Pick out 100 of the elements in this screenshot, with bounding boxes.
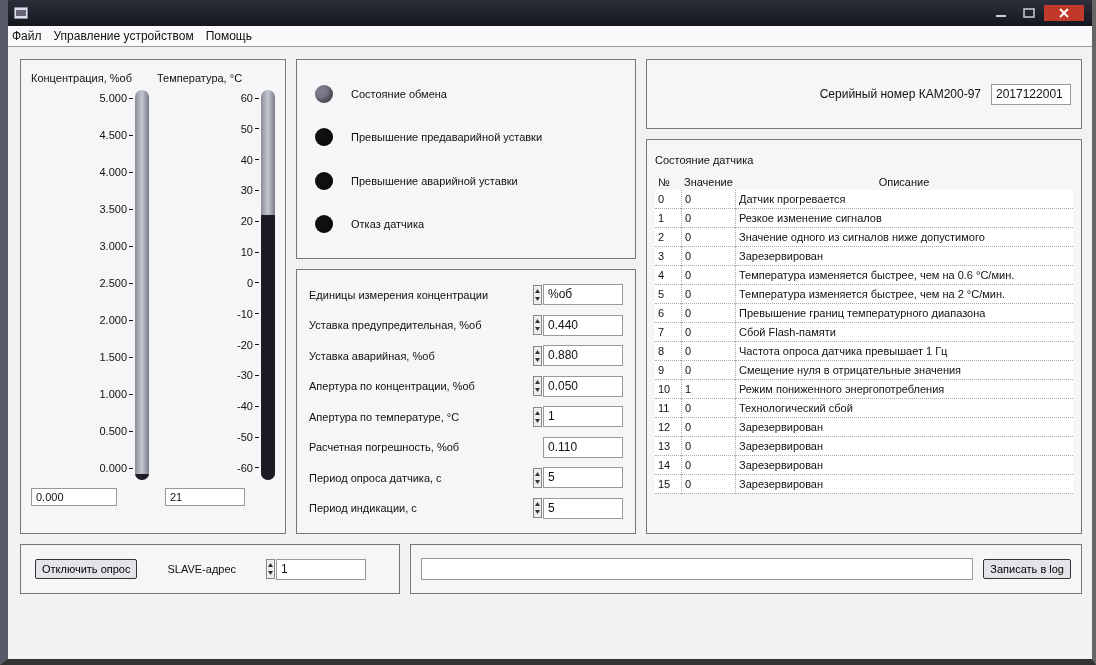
table-cell: 0: [681, 304, 735, 323]
input-field[interactable]: 1: [543, 406, 623, 428]
tick-mark: [255, 190, 259, 191]
tick-label: 60: [240, 92, 253, 104]
table-cell: 15: [655, 475, 681, 494]
tick-mark: [129, 356, 133, 358]
tick-label: 3.500: [99, 203, 127, 215]
input-field[interactable]: 5: [543, 467, 623, 489]
tick-mark: [129, 393, 133, 395]
table-cell: 2: [655, 228, 681, 247]
table-cell: 0: [681, 247, 735, 266]
spinner-icon[interactable]: [266, 559, 276, 579]
setting-label: Апертура по температуре, °С: [309, 410, 460, 423]
close-icon[interactable]: [1044, 5, 1084, 21]
tick-mark: [255, 467, 259, 469]
tick-label: 1.000: [99, 388, 127, 400]
log-button[interactable]: Записать в log: [983, 559, 1071, 579]
table-cell: Датчик прогревается: [735, 190, 1073, 209]
tick-mark: [255, 128, 259, 130]
table-cell: 0: [681, 475, 735, 494]
table-cell: Технологический сбой: [735, 399, 1073, 418]
table-cell: Зарезервирован: [735, 418, 1073, 437]
table-cell: Сбой Flash-памяти: [735, 323, 1073, 342]
table-cell: Частота опроса датчика превышает 1 Гц: [735, 342, 1073, 361]
table-cell: Режим пониженного энергопотребления: [735, 380, 1073, 399]
indicator-label: Превышение предаварийной уставки: [351, 131, 543, 144]
value-field[interactable]: 21: [165, 488, 245, 506]
table-cell: Резкое изменение сигналов: [735, 209, 1073, 228]
table-cell: 5: [655, 285, 681, 304]
table-cell: Температура изменяется быстрее, чем на 2 °С/мин.: [735, 285, 1073, 304]
table-cell: 1: [681, 380, 735, 399]
table-cell: 12: [655, 418, 681, 437]
spinner-icon[interactable]: [533, 345, 542, 366]
setting-label: Уставка предупредительная, %об: [309, 319, 482, 332]
serial-field[interactable]: 2017122001: [991, 83, 1071, 105]
tick-label: -60: [237, 461, 253, 474]
spinner-icon[interactable]: [533, 406, 542, 427]
setting-label: Апертура по концентрации, %об: [309, 380, 475, 393]
tick-label: 2.000: [99, 314, 127, 326]
tick-label: 1.500: [99, 351, 127, 363]
spinner-icon[interactable]: [533, 315, 542, 336]
value-field[interactable]: 0.000: [31, 488, 117, 506]
tick-label: -20: [237, 338, 253, 351]
tick-label: 0.500: [99, 425, 127, 437]
tick-label: 4.000: [99, 166, 127, 178]
tick-mark: [129, 430, 133, 432]
menu-item[interactable]: Файл: [12, 29, 42, 43]
table-cell: Зарезервирован: [735, 437, 1073, 456]
spinner-icon[interactable]: [533, 376, 542, 397]
tick-label: 0.000: [99, 462, 127, 474]
spinner-icon[interactable]: [533, 467, 542, 488]
table-cell: 14: [655, 456, 681, 475]
tick-mark: [255, 313, 259, 315]
table-cell: Превышение границ температурного диапазона: [735, 304, 1073, 323]
tick-mark: [129, 282, 133, 284]
tick-label: 2.500: [99, 277, 127, 289]
tick-label: 3.000: [99, 240, 127, 252]
input-field[interactable]: 5: [543, 497, 623, 519]
spinner-icon[interactable]: [533, 284, 542, 305]
tick-mark: [129, 467, 133, 469]
table-cell: 13: [655, 437, 681, 456]
table-cell: 0: [681, 209, 735, 228]
table-cell: Зарезервирован: [735, 456, 1073, 475]
input-field[interactable]: 1: [276, 558, 367, 580]
tick-mark: [129, 97, 133, 99]
spinner-icon[interactable]: [533, 498, 542, 519]
setting-label: Период индикации, с: [309, 502, 417, 515]
app-icon: [14, 7, 28, 19]
tick-label: 40: [240, 153, 253, 166]
input-field[interactable]: 0.880: [543, 345, 623, 367]
input-field[interactable]: 0.110: [543, 436, 623, 458]
tick-label: 20: [240, 215, 253, 228]
tick-label: 0: [246, 276, 253, 289]
table-cell: 0: [655, 190, 681, 209]
input-field[interactable]: 0.440: [543, 314, 623, 336]
menu-item[interactable]: Управление устройством: [53, 29, 194, 43]
input-field[interactable]: 0.050: [543, 375, 623, 397]
gauge-label: Температура, °С: [157, 72, 244, 84]
setting-label: Уставка аварийная, %об: [309, 349, 435, 362]
tick-mark: [255, 251, 259, 253]
input-field[interactable]: %об: [543, 284, 623, 305]
table-cell: 0: [681, 437, 735, 456]
table-cell: 0: [681, 418, 735, 437]
tick-label: -50: [237, 431, 253, 444]
table-cell: 0: [681, 399, 735, 418]
column-header: №: [657, 175, 671, 190]
log-field[interactable]: [421, 558, 974, 580]
table-cell: Значение одного из сигналов ниже допустимого: [735, 228, 1073, 247]
table-title: Состояние датчика: [655, 154, 755, 166]
table-cell: Зарезервирован: [735, 475, 1073, 494]
tick-mark: [129, 208, 133, 210]
table-cell: 6: [655, 304, 681, 323]
table-cell: 11: [655, 399, 681, 418]
column-header: Описание: [877, 175, 931, 190]
poll-button[interactable]: Отключить опрос: [35, 559, 138, 579]
indicator-label: Отказ датчика: [351, 218, 425, 231]
tick-label: -30: [237, 369, 253, 382]
tick-mark: [255, 159, 259, 161]
table-cell: 0: [681, 361, 735, 380]
menu-item[interactable]: Помощь: [205, 29, 252, 43]
